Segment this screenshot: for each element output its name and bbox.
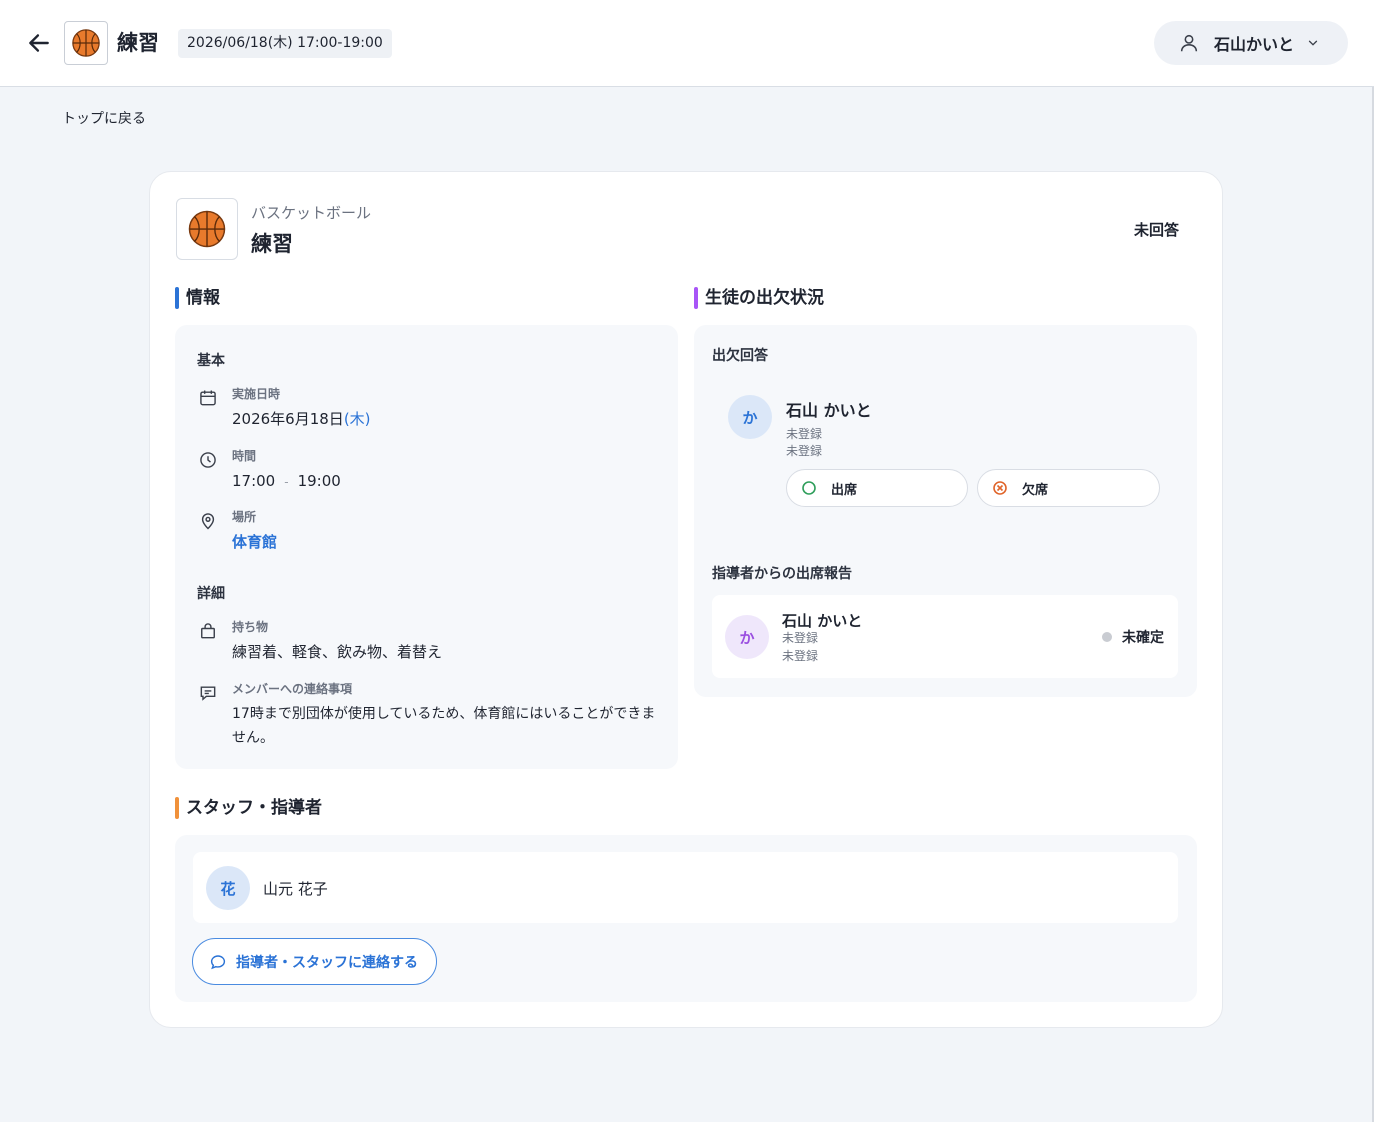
staff-panel: 花 山元 花子 指導者・スタッフに連絡する xyxy=(175,835,1197,1002)
event-detail-card: バスケットボール 練習 未回答 情報 基本 実施日時 2026年6月18日(木)… xyxy=(149,171,1223,1028)
notes-row: メンバーへの連絡事項 17時まで別団体が使用しているため、体育館にはいることがで… xyxy=(197,680,662,750)
user-menu-button[interactable]: 石山かいと xyxy=(1154,21,1348,65)
time-label: 時間 xyxy=(232,449,257,463)
event-category: バスケットボール xyxy=(251,204,372,222)
staff-name: 山元 花子 xyxy=(263,880,328,898)
clock-icon xyxy=(197,449,219,471)
user-name: 石山かいと xyxy=(1214,35,1295,54)
contact-staff-button[interactable]: 指導者・スタッフに連絡する xyxy=(192,938,437,985)
basketball-icon xyxy=(64,21,108,65)
absent-button[interactable]: 欠席 xyxy=(977,469,1160,507)
attendance-panel: 出欠回答 か 石山 かいと 未登録 未登録 出席 欠席 指導者からの出席報告 か… xyxy=(694,325,1197,697)
contact-label: 指導者・スタッフに連絡する xyxy=(236,954,418,971)
time-value: 17:00-19:00 xyxy=(232,472,341,490)
items-value: 練習着、軽食、飲み物、着替え xyxy=(232,643,443,661)
place-label: 場所 xyxy=(232,510,257,524)
status-dot-icon xyxy=(1102,632,1112,642)
avatar: 花 xyxy=(206,866,250,910)
response-status: 未回答 xyxy=(1133,221,1179,239)
items-row: 持ち物 練習着、軽食、飲み物、着替え xyxy=(197,618,442,664)
student-sub1: 未登録 xyxy=(786,427,823,441)
staff-section-title: スタッフ・指導者 xyxy=(175,797,322,819)
circle-icon xyxy=(801,480,817,496)
place-row: 場所 体育館 xyxy=(197,508,277,554)
notes-value: 17時まで別団体が使用しているため、体育館にはいることができません。 xyxy=(232,706,656,746)
absent-label: 欠席 xyxy=(1022,482,1049,498)
app-header: 練習 2026/06/18(木) 17:00-19:00 石山かいと xyxy=(0,0,1374,87)
info-panel: 基本 実施日時 2026年6月18日(木) 時間 17:00-19:00 場所 … xyxy=(175,325,678,769)
date-value: 2026年6月18日(木) xyxy=(232,410,371,428)
report-row: か 石山 かいと 未登録 未登録 未確定 xyxy=(712,595,1178,678)
student-name: 石山 かいと xyxy=(786,401,872,420)
items-label: 持ち物 xyxy=(232,620,269,634)
event-datetime-badge: 2026/06/18(木) 17:00-19:00 xyxy=(178,29,392,58)
message-icon xyxy=(197,682,219,704)
chat-bubble-icon xyxy=(209,953,227,971)
cross-circle-icon xyxy=(992,480,1008,496)
avatar: か xyxy=(725,615,769,659)
calendar-icon xyxy=(197,387,219,409)
page-title: 練習 xyxy=(117,31,159,55)
report-heading: 指導者からの出席報告 xyxy=(712,566,852,582)
report-sub1: 未登録 xyxy=(782,631,819,645)
basketball-icon xyxy=(176,198,238,260)
notes-label: メンバーへの連絡事項 xyxy=(232,682,353,696)
bag-icon xyxy=(197,620,219,642)
date-label: 実施日時 xyxy=(232,387,281,401)
event-name: 練習 xyxy=(251,232,293,256)
report-sub2: 未登録 xyxy=(782,649,819,663)
status-badge: 未確定 xyxy=(1102,627,1164,647)
staff-row: 花 山元 花子 xyxy=(193,852,1178,923)
basic-heading: 基本 xyxy=(197,353,225,369)
date-row: 実施日時 2026年6月18日(木) xyxy=(197,385,371,431)
detail-heading: 詳細 xyxy=(197,586,225,602)
attendance-section-title: 生徒の出欠状況 xyxy=(694,287,824,309)
back-arrow-icon[interactable] xyxy=(24,28,54,58)
attend-button[interactable]: 出席 xyxy=(786,469,968,507)
report-student-name: 石山 かいと xyxy=(782,612,863,630)
chevron-down-icon xyxy=(1306,36,1320,50)
place-link[interactable]: 体育館 xyxy=(232,530,277,554)
response-heading: 出欠回答 xyxy=(712,348,768,364)
attend-label: 出席 xyxy=(831,482,858,498)
avatar: か xyxy=(728,395,772,439)
info-section-title: 情報 xyxy=(175,287,220,309)
user-icon xyxy=(1178,32,1200,54)
time-row: 時間 17:00-19:00 xyxy=(197,447,341,494)
student-sub2: 未登録 xyxy=(786,444,823,458)
location-pin-icon xyxy=(197,510,219,532)
back-to-top-link[interactable]: トップに戻る xyxy=(62,108,146,128)
